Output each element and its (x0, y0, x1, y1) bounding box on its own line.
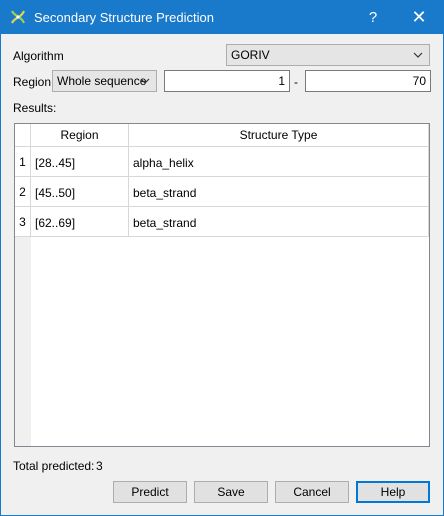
region-label: Region (13, 75, 52, 89)
table-row[interactable]: 3 [62..69] beta_strand (15, 207, 429, 237)
context-help-button[interactable]: ? (351, 1, 395, 34)
total-predicted-value: 3 (96, 459, 103, 473)
chevron-down-icon (413, 52, 423, 58)
row-number: 1 (15, 147, 31, 177)
region-cell[interactable]: [28..45] (31, 147, 129, 177)
row-number: 2 (15, 177, 31, 207)
region-separator: - (294, 75, 298, 89)
region-start-input[interactable]: 1 (164, 70, 290, 92)
region-mode-select[interactable]: Whole sequence (52, 70, 157, 92)
structure-type-cell[interactable]: alpha_helix (129, 147, 429, 177)
dialog-window: Secondary Structure Prediction ? ✕ Algor… (0, 0, 444, 516)
close-button[interactable]: ✕ (397, 1, 441, 34)
region-cell[interactable]: [45..50] (31, 177, 129, 207)
row-number: 3 (15, 207, 31, 237)
cancel-button[interactable]: Cancel (275, 481, 349, 503)
app-logo-icon (11, 10, 26, 24)
chevron-down-icon (140, 78, 150, 84)
results-table[interactable]: Region Structure Type 1 [28..45] alpha_h… (14, 123, 430, 447)
results-label: Results: (13, 101, 57, 115)
predict-button[interactable]: Predict (113, 481, 187, 503)
structure-type-cell[interactable]: beta_strand (129, 207, 429, 237)
algorithm-select[interactable]: GORIV (226, 44, 430, 66)
total-predicted-label: Total predicted: (13, 459, 95, 473)
structure-type-cell[interactable]: beta_strand (129, 177, 429, 207)
region-end-input[interactable]: 70 (305, 70, 431, 92)
help-button[interactable]: Help (356, 481, 430, 503)
region-mode-value: Whole sequence (57, 74, 147, 88)
table-row[interactable]: 2 [45..50] beta_strand (15, 177, 429, 207)
column-header-region[interactable]: Region (31, 124, 129, 147)
algorithm-value: GORIV (231, 48, 270, 62)
title-bar: Secondary Structure Prediction ? ✕ (1, 1, 443, 34)
algorithm-label: Algorithm (13, 49, 64, 63)
window-title: Secondary Structure Prediction (34, 10, 214, 25)
corner-header (15, 124, 31, 147)
table-row[interactable]: 1 [28..45] alpha_helix (15, 147, 429, 177)
column-header-structure-type[interactable]: Structure Type (129, 124, 429, 147)
save-button[interactable]: Save (194, 481, 268, 503)
region-cell[interactable]: [62..69] (31, 207, 129, 237)
